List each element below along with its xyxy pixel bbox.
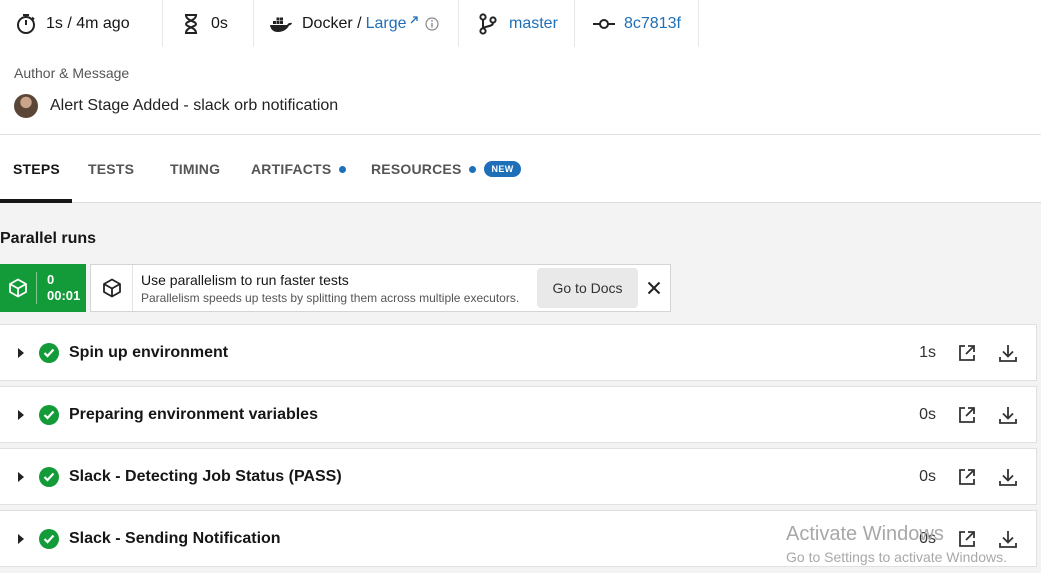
duration-text: 1s / 4m ago (46, 14, 130, 32)
tab-resources[interactable]: RESOURCES NEW (371, 135, 521, 203)
executor-size-link[interactable]: Large (366, 15, 407, 33)
author-row: Alert Stage Added - slack orb notificati… (14, 94, 338, 118)
open-in-new-tab-button[interactable] (958, 344, 976, 362)
avatar (14, 94, 38, 118)
external-link-icon (959, 344, 975, 361)
duration-cell: 1s / 4m ago (0, 0, 163, 47)
success-check-icon (39, 466, 59, 487)
success-check-icon (39, 404, 59, 425)
open-in-new-tab-button[interactable] (958, 468, 976, 486)
tab-label: TIMING (170, 161, 221, 177)
step-row[interactable]: Spin up environment 1s (0, 324, 1037, 381)
tab-tests[interactable]: TESTS (88, 135, 134, 203)
external-arrow-icon[interactable] (409, 15, 419, 25)
parallelism-tip-banner: Use parallelism to run faster tests Para… (90, 264, 671, 312)
open-in-new-tab-button[interactable] (958, 406, 976, 424)
external-link-icon (959, 530, 975, 547)
box-icon (9, 278, 27, 298)
download-icon (999, 344, 1017, 362)
tab-label: TESTS (88, 161, 135, 177)
tab-steps[interactable]: STEPS (13, 135, 60, 203)
tab-label: RESOURCES (371, 161, 462, 177)
download-icon (999, 468, 1017, 486)
tab-timing[interactable]: TIMING (170, 135, 220, 203)
external-link-icon (959, 468, 975, 485)
step-name: Slack - Detecting Job Status (PASS) (69, 467, 342, 485)
step-name: Spin up environment (69, 343, 229, 361)
commit-message: Alert Stage Added - slack orb notificati… (50, 97, 339, 114)
box-icon (102, 278, 121, 298)
author-label: Author & Message (14, 65, 130, 81)
expand-caret-icon[interactable] (18, 347, 24, 358)
external-link-icon (959, 406, 975, 423)
new-content-dot (339, 165, 347, 173)
tab-artifacts[interactable]: ARTIFACTS (251, 135, 347, 203)
stopwatch-icon (17, 13, 35, 34)
step-duration: 0s (919, 405, 936, 423)
info-icon[interactable] (424, 16, 439, 31)
go-to-docs-button[interactable]: Go to Docs (537, 268, 638, 308)
queued-cell: 0s (163, 0, 254, 47)
download-icon (999, 406, 1017, 424)
executor-prefix: Docker / (302, 14, 362, 32)
expand-caret-icon[interactable] (18, 471, 24, 482)
tip-title: Use parallelism to run faster tests (141, 271, 349, 288)
tab-label: STEPS (13, 161, 60, 177)
step-row[interactable]: Preparing environment variables 0s (0, 386, 1037, 443)
step-name: Preparing environment variables (69, 405, 318, 423)
download-button[interactable] (998, 529, 1018, 549)
docker-icon (270, 17, 292, 32)
close-tip-button[interactable] (638, 281, 670, 295)
tab-bar: STEPS TESTS TIMING ARTIFACTS RESOURCES NE… (0, 135, 1041, 203)
step-duration: 0s (919, 467, 936, 485)
close-icon (647, 281, 661, 295)
step-duration: 1s (919, 343, 936, 361)
tip-subtitle: Parallelism speeds up tests by splitting… (141, 290, 520, 305)
job-meta-bar: 1s / 4m ago 0s Docker / Large master 8c7… (0, 0, 699, 47)
step-row[interactable]: Slack - Detecting Job Status (PASS) 0s (0, 448, 1037, 505)
branch-cell: master (459, 0, 575, 47)
commit-link[interactable]: 8c7813f (624, 15, 681, 33)
commit-cell: 8c7813f (575, 0, 699, 47)
run-index: 0 (47, 272, 55, 287)
step-duration: 0s (919, 529, 936, 547)
git-commit-icon (593, 18, 615, 29)
expand-caret-icon[interactable] (18, 409, 24, 420)
download-button[interactable] (998, 467, 1018, 487)
success-check-icon (39, 528, 59, 549)
step-row[interactable]: Slack - Sending Notification 0s (0, 510, 1037, 567)
tab-label: ARTIFACTS (251, 161, 332, 177)
step-name: Slack - Sending Notification (69, 529, 281, 547)
active-tab-indicator (0, 199, 72, 203)
expand-caret-icon[interactable] (18, 533, 24, 544)
run-time: 00:01 (47, 288, 81, 303)
download-button[interactable] (998, 343, 1018, 363)
new-content-dot (469, 165, 477, 173)
parallel-run-0[interactable]: 0 00:01 (0, 264, 86, 312)
success-check-icon (39, 342, 59, 363)
open-in-new-tab-button[interactable] (958, 530, 976, 548)
branch-link[interactable]: master (509, 15, 558, 33)
job-meta-panel: 1s / 4m ago 0s Docker / Large master 8c7… (0, 0, 1041, 135)
parallel-runs-title: Parallel runs (0, 230, 97, 247)
download-button[interactable] (998, 405, 1018, 425)
executor-cell: Docker / Large (254, 0, 459, 47)
download-icon (999, 530, 1017, 548)
git-branch-icon (479, 12, 497, 35)
hourglass-icon (184, 13, 198, 34)
new-badge: NEW (484, 161, 521, 177)
queued-text: 0s (211, 14, 228, 32)
